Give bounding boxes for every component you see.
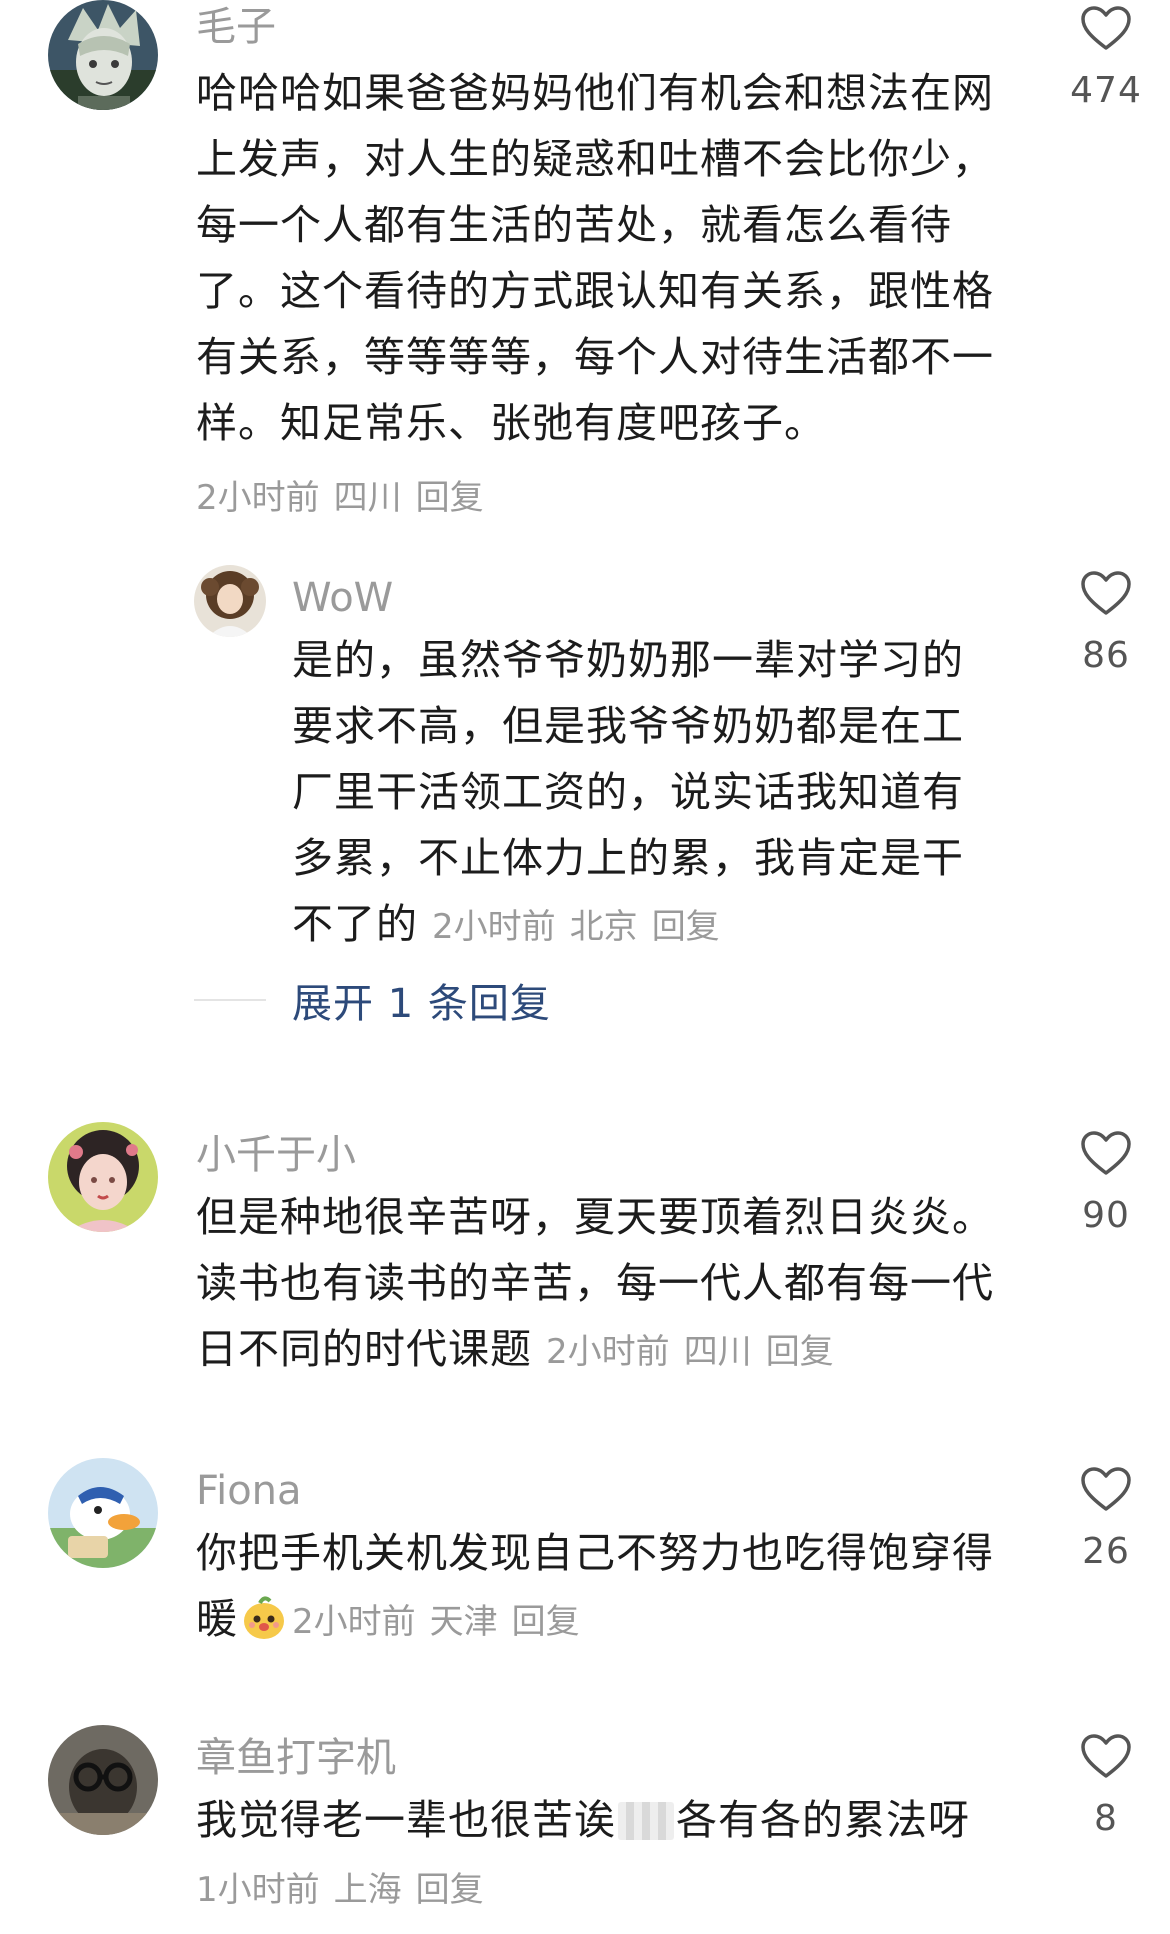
timestamp: 1小时前 (196, 1870, 320, 1910)
comment-text: 我觉得老一辈也很苦诶 各有各的累法呀 (196, 1787, 1066, 1853)
username[interactable]: 章鱼打字机 (196, 1733, 396, 1783)
comment-line: 你把手机关机发现自己不努力也吃得饱穿得 (196, 1529, 994, 1577)
like-count: 86 (1082, 635, 1130, 676)
username[interactable]: WoW (292, 573, 393, 623)
heart-outline-icon (1081, 1131, 1131, 1175)
comment-line: 厂里干活领工资的，说实话我知道有 (292, 768, 964, 816)
like-count: 474 (1070, 70, 1142, 111)
cartoon-duck-avatar-icon (48, 1458, 158, 1568)
reply-button[interactable]: 回复 (652, 907, 720, 947)
reply-button[interactable]: 回复 (416, 478, 484, 518)
user-avatar[interactable] (48, 1725, 158, 1835)
comment-line: 样。知足常乐、张弛有度吧孩子。 (196, 399, 826, 447)
location: 四川 (683, 1332, 752, 1372)
comment-meta: 1小时前 上海 回复 (196, 1865, 484, 1915)
heart-outline-icon (1081, 6, 1131, 50)
username[interactable]: 毛子 (196, 2, 276, 52)
comment-line: 多累，不止体力上的累，我肯定是干 (292, 834, 964, 882)
expand-replies-button[interactable]: 展开 1 条回复 (194, 970, 551, 1030)
comment-meta: 2小时前 四川 回复 (546, 1332, 834, 1372)
like-count: 90 (1082, 1195, 1130, 1236)
comment-text: 哈哈哈如果爸爸妈妈他们有机会和想法在网 上发声，对人生的疑惑和吐槽不会比你少， … (196, 60, 1046, 456)
comment-line: 我觉得老一辈也很苦诶 各有各的累法呀 (196, 1787, 1066, 1853)
heart-outline-icon (1081, 1734, 1131, 1778)
reply-button[interactable]: 回复 (766, 1332, 834, 1372)
comment-meta: 2小时前 北京 回复 (432, 907, 720, 947)
location: 北京 (569, 907, 638, 947)
comment-line-text: 我觉得老一辈也很苦诶 (196, 1796, 616, 1844)
comment-line: 哈哈哈如果爸爸妈妈他们有机会和想法在网 (196, 69, 994, 117)
anime-gray-hair-avatar-icon (48, 0, 158, 110)
user-avatar[interactable] (48, 1122, 158, 1232)
comment-line: 但是种地很辛苦呀，夏天要顶着烈日炎炎。 (196, 1193, 994, 1241)
comment-text: 你把手机关机发现自己不努力也吃得饱穿得 暖 2小时前 天津 回复 (196, 1520, 1066, 1655)
glasses-person-avatar-icon (48, 1725, 158, 1835)
comment-line: 有关系，等等等等，每个人对待生活都不一 (196, 333, 994, 381)
heart-outline-icon (1081, 571, 1131, 615)
reply-button[interactable]: 回复 (416, 1870, 484, 1910)
comment-line: 是的，虽然爷爷奶奶那一辈对学习的 (292, 636, 964, 684)
comment-text: 是的，虽然爷爷奶奶那一辈对学习的 要求不高，但是我爷爷奶奶都是在工 厂里干活领工… (292, 627, 1012, 960)
location: 天津 (429, 1602, 498, 1642)
like-button[interactable]: 474 (1051, 5, 1161, 113)
smiling-peach-emoji-icon (240, 1593, 288, 1641)
timestamp: 2小时前 (292, 1602, 416, 1642)
username[interactable]: 小千于小 (196, 1130, 356, 1180)
username[interactable]: Fiona (196, 1466, 302, 1516)
like-count: 8 (1094, 1798, 1118, 1839)
comment-line: 每一个人都有生活的苦处，就看怎么看待 (196, 201, 952, 249)
timestamp: 2小时前 (432, 907, 556, 947)
comment-line: 日不同的时代课题 2小时前 四川 回复 (196, 1316, 1066, 1385)
comment-line: 上发声，对人生的疑惑和吐槽不会比你少， (196, 135, 994, 183)
comment-line: 不了的 2小时前 北京 回复 (292, 891, 1012, 960)
user-avatar[interactable] (48, 1458, 158, 1568)
comment-line: 要求不高，但是我爷爷奶奶都是在工 (292, 702, 964, 750)
location: 四川 (333, 478, 402, 518)
comment-line-text: 各有各的累法呀 (676, 1796, 970, 1844)
comment-text: 但是种地很辛苦呀，夏天要顶着烈日炎炎。 读书也有读书的辛苦，每一代人都有每一代 … (196, 1184, 1066, 1385)
painted-girl-avatar-icon (48, 1122, 158, 1232)
comment-meta: 2小时前 四川 回复 (196, 473, 484, 523)
comment-meta: 2小时前 天津 回复 (292, 1602, 580, 1642)
user-avatar[interactable] (194, 565, 266, 637)
like-count: 26 (1082, 1531, 1130, 1572)
timestamp: 2小时前 (546, 1332, 670, 1372)
like-button[interactable]: 86 (1051, 570, 1161, 678)
reply-button[interactable]: 回复 (512, 1602, 580, 1642)
comment-line: 了。这个看待的方式跟认知有关系，跟性格 (196, 267, 994, 315)
comment-line-text: 日不同的时代课题 (196, 1325, 532, 1373)
comment-line: 读书也有读书的辛苦，每一代人都有每一代 (196, 1259, 994, 1307)
location: 上海 (333, 1870, 402, 1910)
heart-outline-icon (1081, 1467, 1131, 1511)
comment-line-text: 暖 (196, 1595, 238, 1643)
like-button[interactable]: 90 (1051, 1130, 1161, 1238)
like-button[interactable]: 8 (1051, 1733, 1161, 1841)
comment-line: 暖 2小时前 天津 回复 (196, 1586, 1066, 1655)
like-button[interactable]: 26 (1051, 1466, 1161, 1574)
comment-line-text: 不了的 (292, 900, 418, 948)
expand-replies-label[interactable]: 展开 1 条回复 (292, 971, 551, 1029)
curly-hair-girl-avatar-icon (194, 565, 266, 637)
mosaic-blur (618, 1802, 674, 1840)
timestamp: 2小时前 (196, 478, 320, 518)
expand-divider (194, 999, 266, 1001)
user-avatar[interactable] (48, 0, 158, 110)
